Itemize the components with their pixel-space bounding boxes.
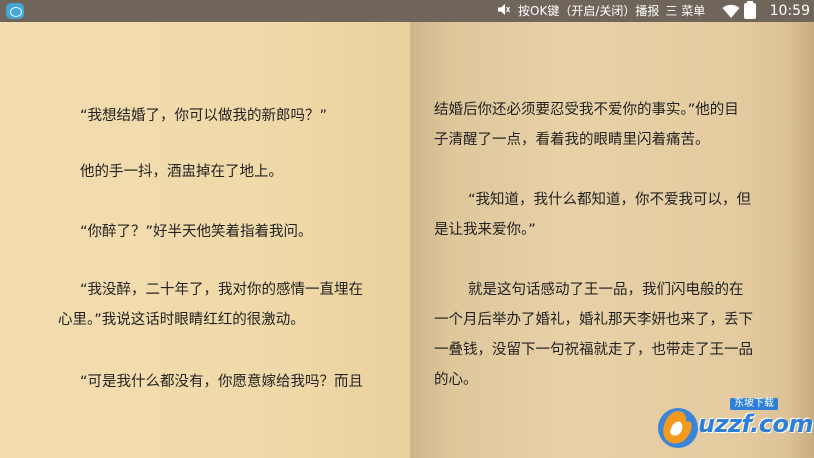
paragraph: 是让我来爱你。”: [434, 222, 536, 238]
battery-icon: [744, 1, 756, 19]
app-icon: [6, 3, 24, 19]
paragraph: 一个月后举办了婚礼，婚礼那天李妍也来了，丢下: [434, 312, 753, 328]
speaker-icon: [498, 4, 510, 15]
paragraph: 的心。: [434, 372, 478, 388]
paragraph: “可是我什么都没有，你愿意嫁给我吗？而且: [80, 374, 364, 390]
paragraph: “我想结婚了，你可以做我的新郎吗？”: [80, 108, 328, 124]
flame-icon: [658, 408, 698, 448]
menu-icon[interactable]: 三: [665, 4, 677, 18]
menu-label[interactable]: 菜单: [681, 4, 705, 18]
paragraph: 心里。”我说这话时眼睛红红的很激动。: [58, 312, 305, 328]
status-bar: 按OK键（开启/关闭）播报三 菜单 10:59: [0, 0, 814, 22]
paragraph: 结婚后你还必须要忍受我不爱你的事实。”他的目: [434, 102, 739, 118]
watermark-tag: 东坡下载: [730, 398, 778, 410]
right-page[interactable]: 结婚后你还必须要忍受我不爱你的事实。”他的目 子清醒了一点，看着我的眼睛里闪着痛…: [410, 22, 814, 458]
watermark-text: uzzf.com: [698, 410, 814, 438]
tts-hint: 按OK键（开启/关闭）播报三 菜单: [498, 0, 705, 22]
left-page[interactable]: “我想结婚了，你可以做我的新郎吗？” 他的手一抖，酒盅掉在了地上。 “你醉了？”…: [0, 22, 410, 458]
watermark-logo: 东坡下载 uzzf.com: [652, 398, 814, 454]
paragraph: “我知道，我什么都知道，你不爱我可以，但: [468, 192, 752, 208]
clock: 10:59: [769, 3, 810, 19]
system-icons: [722, 1, 756, 19]
paragraph: 一叠钱，没留下一句祝福就走了，也带走了王一品: [434, 342, 753, 358]
paragraph: 就是这句话感动了王一品，我们闪电般的在: [468, 282, 744, 298]
tts-hint-text: 按OK键（开启/关闭）播报: [518, 4, 660, 18]
paragraph: “我没醉，二十年了，我对你的感情一直埋在: [80, 282, 364, 298]
wifi-icon: [722, 4, 740, 18]
paragraph: “你醉了？”好半天他笑着指着我问。: [80, 224, 313, 240]
paragraph: 他的手一抖，酒盅掉在了地上。: [80, 164, 283, 180]
paragraph: 子清醒了一点，看着我的眼睛里闪着痛苦。: [434, 132, 710, 148]
